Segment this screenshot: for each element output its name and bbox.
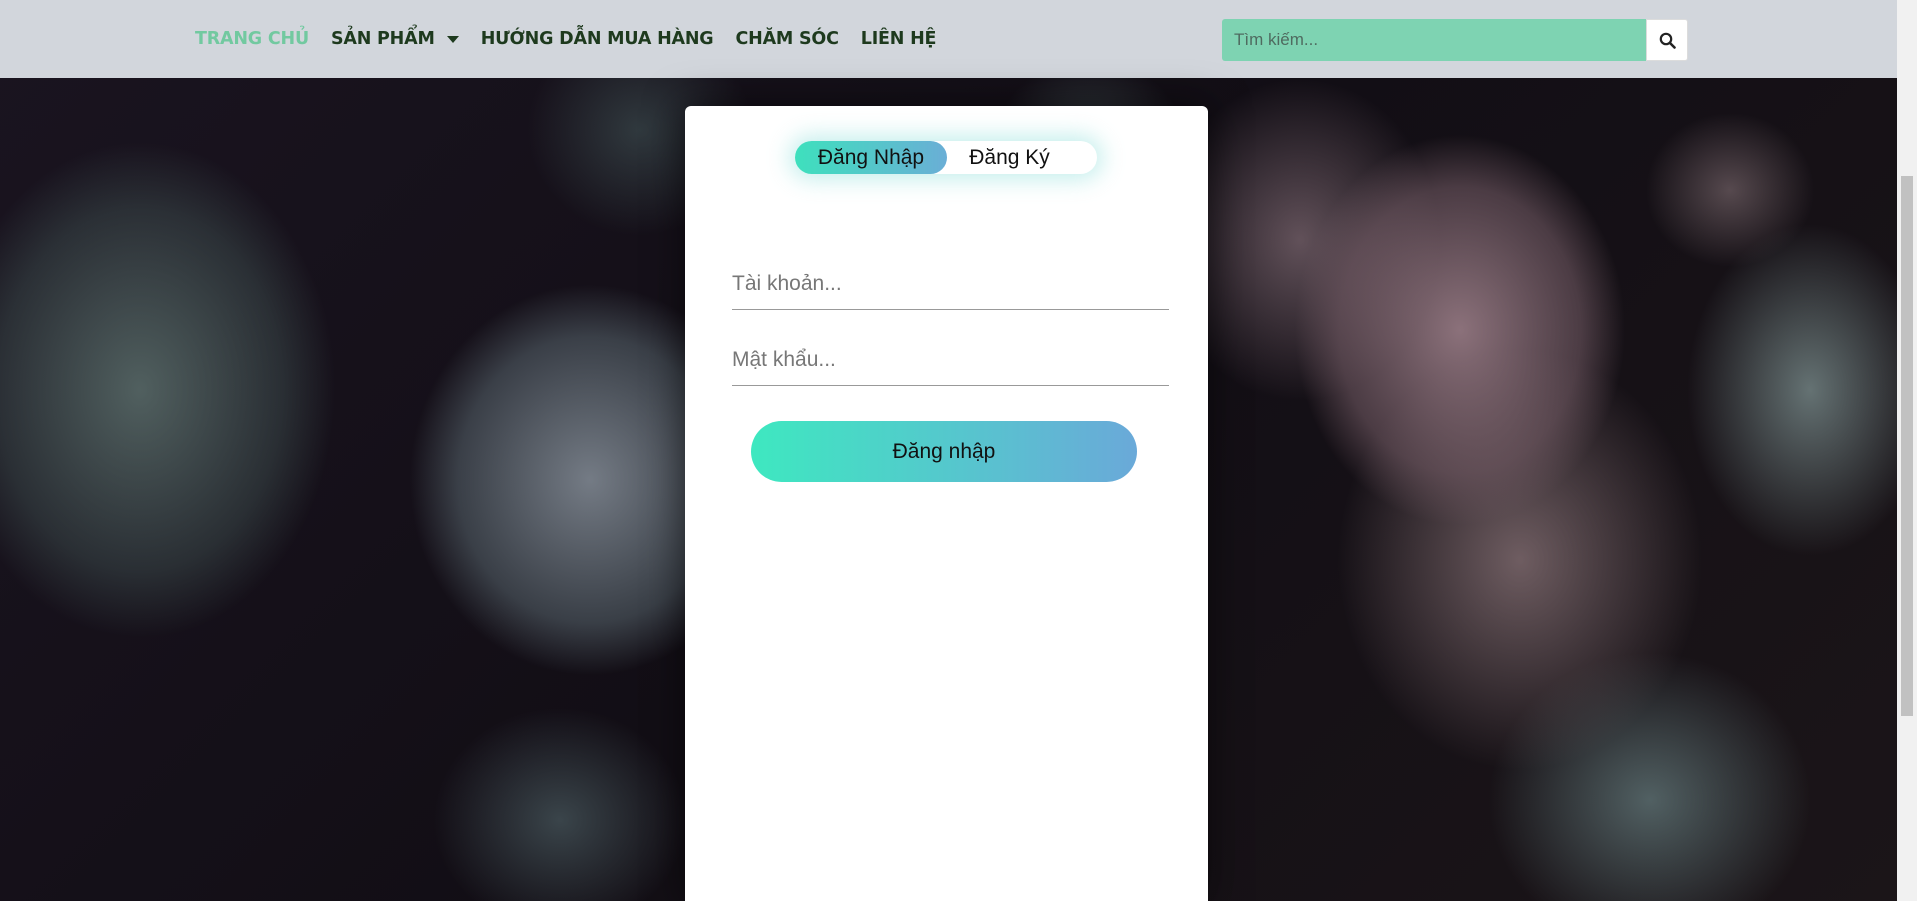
scrollbar-thumb[interactable] — [1901, 176, 1913, 716]
main-nav: TRANG CHỦ SẢN PHẨM HƯỚNG DẪN MUA HÀNG CH… — [195, 0, 958, 78]
site-header: TRANG CHỦ SẢN PHẨM HƯỚNG DẪN MUA HÀNG CH… — [0, 0, 1897, 78]
nav-item-products[interactable]: SẢN PHẨM — [331, 29, 459, 49]
nav-item-care[interactable]: CHĂM SÓC — [735, 29, 838, 49]
nav-item-buying-guide-label: HƯỚNG DẪN MUA HÀNG — [480, 29, 714, 49]
password-field[interactable] — [732, 334, 1169, 386]
caret-down-icon — [446, 35, 459, 43]
nav-item-contact-label: LIÊN HỆ — [860, 29, 937, 49]
auth-toggle: Đăng Nhập Đăng Ký — [795, 141, 1097, 174]
search-input[interactable] — [1222, 19, 1646, 61]
tab-register[interactable]: Đăng Ký — [947, 141, 1072, 174]
search-icon — [1659, 32, 1676, 49]
tab-login[interactable]: Đăng Nhập — [795, 141, 947, 174]
nav-item-buying-guide[interactable]: HƯỚNG DẪN MUA HÀNG — [481, 29, 714, 49]
login-card: Đăng Nhập Đăng Ký Đăng nhập — [685, 106, 1208, 901]
nav-item-home-label: TRANG CHỦ — [195, 29, 309, 49]
nav-item-contact[interactable]: LIÊN HỆ — [861, 29, 937, 49]
nav-item-products-label: SẢN PHẨM — [330, 29, 435, 49]
nav-item-home[interactable]: TRANG CHỦ — [195, 29, 309, 49]
login-submit-button[interactable]: Đăng nhập — [751, 421, 1137, 482]
search-button[interactable] — [1646, 19, 1688, 61]
page-scrollbar[interactable] — [1897, 0, 1917, 901]
nav-item-care-label: CHĂM SÓC — [735, 29, 839, 49]
search-bar — [1222, 19, 1688, 61]
username-field[interactable] — [732, 258, 1169, 310]
